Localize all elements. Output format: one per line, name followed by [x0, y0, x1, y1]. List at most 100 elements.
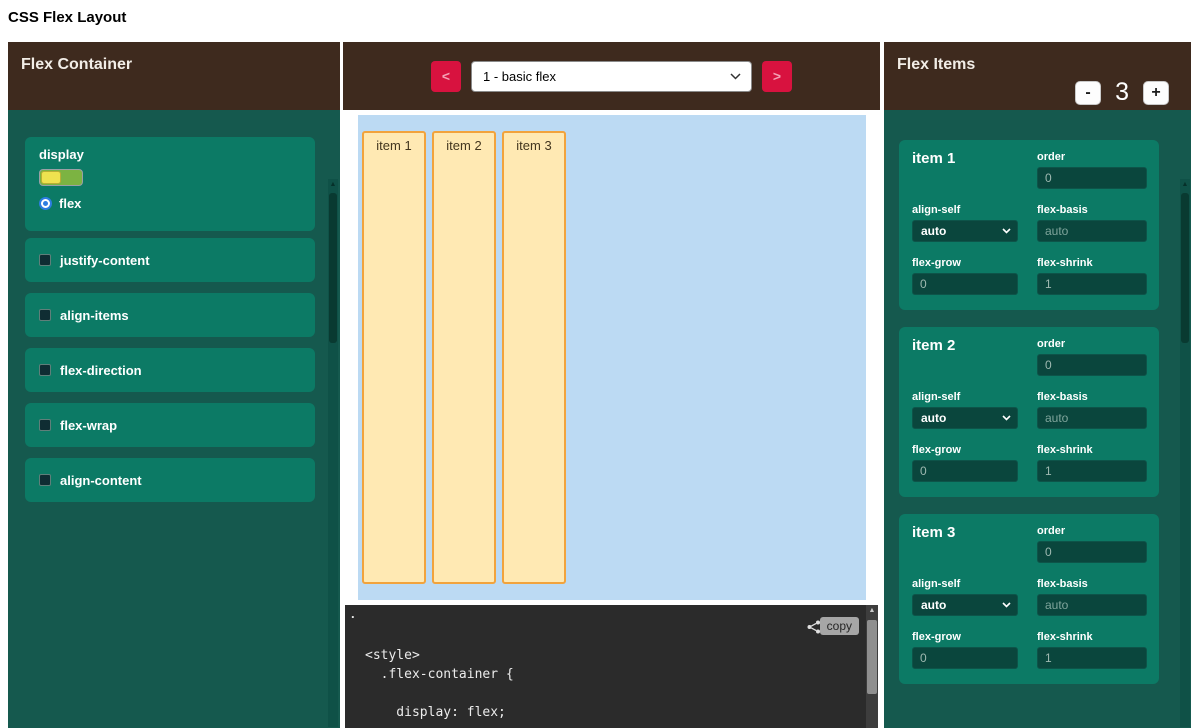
flex-item-3: item 3 — [502, 131, 566, 584]
flex-container-body: display flex justify-content align-items… — [8, 110, 340, 728]
item-card-title: item 3 — [912, 524, 955, 541]
flex-grow-label: flex-grow — [912, 631, 1018, 643]
code-lines: <style> .flex-container { display: flex; — [365, 646, 852, 722]
align-self-select[interactable]: auto — [912, 220, 1018, 242]
page-title: CSS Flex Layout — [8, 9, 126, 26]
code-scrollbar-thumb[interactable] — [867, 620, 877, 694]
flex-items-panel: Flex Items - 3 + item 1 order align-self… — [884, 42, 1191, 728]
flex-preview-area: item 1 item 2 item 3 — [358, 115, 866, 600]
code-line: .flex-container { — [365, 665, 852, 684]
align-self-select[interactable]: auto — [912, 407, 1018, 429]
align-content-checkbox[interactable] — [39, 474, 51, 486]
scroll-up-icon[interactable]: ▲ — [1180, 179, 1190, 191]
scroll-up-icon[interactable]: ▲ — [328, 179, 338, 191]
align-self-field: align-self auto — [912, 391, 1018, 429]
flex-basis-field: flex-basis — [1037, 391, 1147, 429]
item-count: 3 — [1115, 78, 1129, 107]
option-card-justify-content: justify-content — [25, 238, 315, 282]
align-self-label: align-self — [912, 578, 1018, 590]
increase-items-button[interactable]: + — [1143, 81, 1169, 105]
align-self-field: align-self auto — [912, 204, 1018, 242]
align-self-value: auto — [921, 224, 946, 238]
flex-grow-label: flex-grow — [912, 257, 1018, 269]
flex-grow-field: flex-grow — [912, 631, 1018, 669]
flex-grow-input[interactable] — [912, 273, 1018, 295]
left-scrollbar-thumb[interactable] — [329, 193, 337, 343]
code-editor[interactable]: . copy <style> .flex-container { display… — [345, 605, 878, 728]
order-input[interactable] — [1037, 167, 1147, 189]
align-items-checkbox[interactable] — [39, 309, 51, 321]
code-line — [365, 684, 852, 703]
flex-shrink-input[interactable] — [1037, 460, 1147, 482]
order-input[interactable] — [1037, 541, 1147, 563]
flex-shrink-input[interactable] — [1037, 647, 1147, 669]
align-content-label: align-content — [60, 473, 142, 488]
flex-container-panel: Flex Container display flex justify-cont… — [8, 42, 340, 728]
copy-button[interactable]: copy — [820, 617, 859, 635]
code-line: display: flex; — [365, 703, 852, 722]
align-self-label: align-self — [912, 204, 1018, 216]
item-card-3: item 3 order align-self auto flex-basis … — [899, 514, 1159, 684]
flex-shrink-field: flex-shrink — [1037, 257, 1147, 295]
order-input[interactable] — [1037, 354, 1147, 376]
align-self-field: align-self auto — [912, 578, 1018, 616]
flex-basis-input[interactable] — [1037, 407, 1147, 429]
code-caret-dot: . — [351, 606, 355, 621]
flex-wrap-checkbox[interactable] — [39, 419, 51, 431]
flex-basis-label: flex-basis — [1037, 578, 1147, 590]
preset-select-value: 1 - basic flex — [483, 69, 556, 84]
item-card-title: item 2 — [912, 337, 955, 354]
prev-preset-button[interactable]: < — [431, 61, 461, 92]
chevron-down-icon — [1002, 415, 1011, 421]
decrease-items-button[interactable]: - — [1075, 81, 1101, 105]
flex-grow-label: flex-grow — [912, 444, 1018, 456]
display-toggle[interactable] — [39, 169, 83, 186]
flex-basis-input[interactable] — [1037, 594, 1147, 616]
flex-basis-label: flex-basis — [1037, 391, 1147, 403]
order-field: order — [1037, 338, 1147, 376]
flex-basis-input[interactable] — [1037, 220, 1147, 242]
flex-grow-input[interactable] — [912, 460, 1018, 482]
flex-shrink-field: flex-shrink — [1037, 444, 1147, 482]
flex-container-title: Flex Container — [21, 56, 132, 74]
option-card-flex-direction: flex-direction — [25, 348, 315, 392]
align-self-select[interactable]: auto — [912, 594, 1018, 616]
preset-select[interactable]: 1 - basic flex — [471, 61, 752, 92]
left-panel-scrollbar: ▲ — [328, 179, 338, 727]
order-label: order — [1037, 525, 1147, 537]
order-label: order — [1037, 338, 1147, 350]
flex-items-title: Flex Items — [897, 56, 975, 74]
flex-basis-field: flex-basis — [1037, 578, 1147, 616]
flex-direction-checkbox[interactable] — [39, 364, 51, 376]
code-line: <style> — [365, 646, 852, 665]
display-option-card: display flex — [25, 137, 315, 231]
right-scrollbar-thumb[interactable] — [1181, 193, 1189, 343]
align-items-label: align-items — [60, 308, 129, 323]
flex-shrink-label: flex-shrink — [1037, 257, 1147, 269]
flex-radio[interactable] — [39, 197, 52, 210]
next-preset-button[interactable]: > — [762, 61, 792, 92]
justify-content-checkbox[interactable] — [39, 254, 51, 266]
flex-shrink-label: flex-shrink — [1037, 444, 1147, 456]
flex-grow-input[interactable] — [912, 647, 1018, 669]
option-card-flex-wrap: flex-wrap — [25, 403, 315, 447]
right-panel-scrollbar: ▲ — [1180, 179, 1190, 727]
align-self-value: auto — [921, 411, 946, 425]
justify-content-label: justify-content — [60, 253, 150, 268]
flex-direction-label: flex-direction — [60, 363, 142, 378]
flex-item-2: item 2 — [432, 131, 496, 584]
code-scrollbar: ▲ — [866, 605, 878, 728]
flex-items-body: item 1 order align-self auto flex-basis … — [884, 110, 1191, 728]
align-self-label: align-self — [912, 391, 1018, 403]
item-card-2: item 2 order align-self auto flex-basis … — [899, 327, 1159, 497]
flex-shrink-input[interactable] — [1037, 273, 1147, 295]
flex-grow-field: flex-grow — [912, 444, 1018, 482]
display-flex-radio-row: flex — [39, 196, 81, 211]
chevron-down-icon — [1002, 228, 1011, 234]
scroll-up-icon[interactable]: ▲ — [866, 605, 878, 617]
flex-items-header: Flex Items - 3 + — [884, 42, 1191, 110]
flex-grow-field: flex-grow — [912, 257, 1018, 295]
flex-basis-label: flex-basis — [1037, 204, 1147, 216]
item-card-1: item 1 order align-self auto flex-basis … — [899, 140, 1159, 310]
order-field: order — [1037, 151, 1147, 189]
